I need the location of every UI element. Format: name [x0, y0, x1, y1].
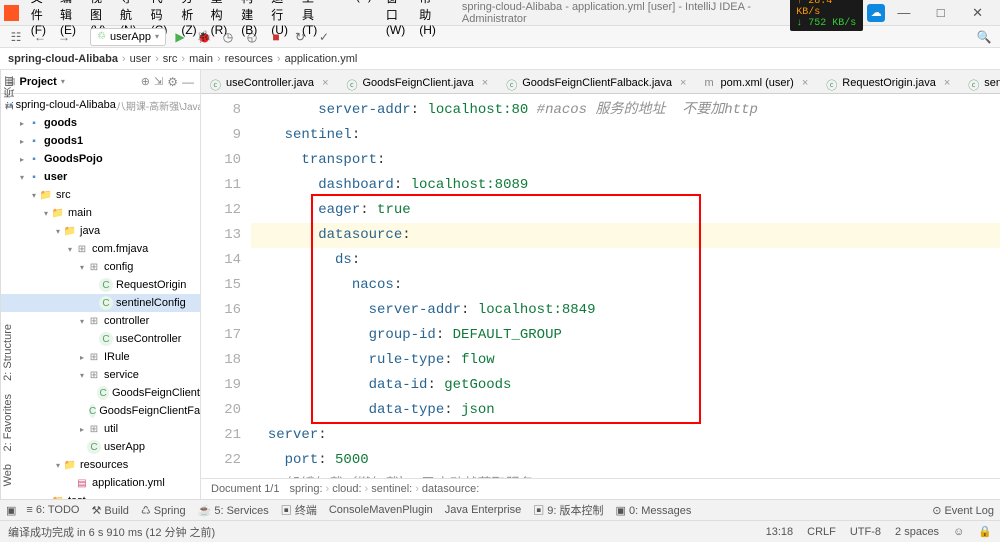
- bottom-tab[interactable]: ♺ Spring: [141, 502, 186, 518]
- tree-node[interactable]: ▸▪goods: [1, 114, 200, 132]
- collapse-all-icon[interactable]: ⇲: [154, 75, 163, 88]
- debug-icon[interactable]: 🐞: [194, 27, 214, 47]
- breadcrumb-segment[interactable]: spring-cloud-Alibaba: [8, 53, 118, 65]
- vcs-commit-icon[interactable]: ✓: [314, 27, 334, 47]
- left-tool-strip: 1: 项目 2: Structure 2: Favorites Web: [0, 70, 1, 499]
- bottom-tab[interactable]: ≡ 6: TODO: [26, 502, 79, 518]
- tree-node[interactable]: ▸⊞IRule: [1, 348, 200, 366]
- profile-icon[interactable]: ◵: [242, 27, 262, 47]
- doc-indicator: Document 1/1: [211, 483, 279, 495]
- caret-position[interactable]: 13:18: [766, 526, 794, 538]
- tree-node[interactable]: CuserApp: [1, 438, 200, 456]
- tree-node[interactable]: ▸▪goods1: [1, 132, 200, 150]
- lock-icon[interactable]: 🔒: [978, 525, 992, 538]
- tree-node[interactable]: ▾⊞service: [1, 366, 200, 384]
- code-editor[interactable]: 89101112131415161718192021222324 server-…: [201, 94, 1000, 478]
- left-tab-structure[interactable]: 2: Structure: [0, 320, 16, 385]
- stop-icon[interactable]: ■: [266, 27, 286, 47]
- event-log-button[interactable]: ⊙ Event Log: [932, 504, 994, 517]
- nav-forward-icon[interactable]: →: [54, 27, 74, 47]
- tree-node[interactable]: CGoodsFeignClient: [1, 384, 200, 402]
- yaml-breadcrumb: spring:›cloud:›sentinel:›datasource:: [289, 483, 479, 495]
- encoding[interactable]: UTF-8: [850, 526, 881, 538]
- tree-node[interactable]: ▤application.yml: [1, 474, 200, 492]
- hide-icon[interactable]: —: [182, 75, 194, 89]
- run-config-selector[interactable]: ♲ userApp ▾: [90, 28, 166, 46]
- menu-item[interactable]: 窗口(W): [380, 0, 411, 39]
- tree-node[interactable]: CRequestOrigin: [1, 276, 200, 294]
- tree-node[interactable]: ▾📁src: [1, 186, 200, 204]
- network-stat: ↑ 28.4 KB/s ↓ 752 KB/s: [790, 0, 863, 31]
- project-pane-title: Project: [20, 76, 57, 88]
- spring-icon: ♲: [97, 31, 106, 42]
- editor-tab[interactable]: ⓒRequestOrigin.java×: [817, 71, 959, 93]
- editor-tab[interactable]: ⓒuseController.java×: [201, 71, 338, 93]
- tree-node[interactable]: ▾📁resources: [1, 456, 200, 474]
- bottom-tab[interactable]: ▣ 终端: [281, 502, 317, 518]
- line-separator[interactable]: CRLF: [807, 526, 836, 538]
- breadcrumb-segment[interactable]: user: [130, 53, 151, 65]
- menu-item[interactable]: 帮助(H): [413, 0, 442, 39]
- tree-node[interactable]: ▸⊞util: [1, 420, 200, 438]
- bottom-tab-tool-indicator[interactable]: ▣: [6, 504, 16, 517]
- tree-node[interactable]: ▾📁java: [1, 222, 200, 240]
- tree-node[interactable]: ▸📁test: [1, 492, 200, 499]
- tree-node[interactable]: ▾▪user: [1, 168, 200, 186]
- tree-node[interactable]: ▾⊞com.fmjava: [1, 240, 200, 258]
- tree-node[interactable]: ▾⊞controller: [1, 312, 200, 330]
- close-button[interactable]: ✕: [959, 3, 996, 23]
- app-logo: [4, 5, 19, 21]
- vcs-update-icon[interactable]: ↻: [290, 27, 310, 47]
- search-icon[interactable]: 🔍: [974, 27, 994, 47]
- breadcrumb-segment[interactable]: resources: [225, 53, 273, 65]
- left-tab-project[interactable]: 1: 项目: [0, 72, 20, 114]
- project-pane-header: ▤ Project ▾ ⊕ ⇲ ⚙ —: [1, 70, 200, 94]
- tree-node[interactable]: CsentinelConfig: [1, 294, 200, 312]
- path-breadcrumb: spring-cloud-Alibaba›user›src›main›resou…: [0, 48, 1000, 70]
- maximize-button[interactable]: □: [922, 3, 959, 23]
- minimize-button[interactable]: —: [885, 3, 922, 23]
- indent[interactable]: 2 spaces: [895, 526, 939, 538]
- tree-node[interactable]: ▾📁main: [1, 204, 200, 222]
- editor-tabs: ⓒuseController.java×ⓒGoodsFeignClient.ja…: [201, 70, 1000, 94]
- code-area[interactable]: server-addr: localhost:80 #nacos 服务的地址 不…: [251, 94, 1000, 478]
- editor-tab[interactable]: ⓒGoodsFeignClient.java×: [338, 71, 498, 93]
- inspection-icon[interactable]: ☺: [953, 526, 964, 538]
- bottom-tool-strip: ▣ ≡ 6: TODO ⚒ Build ♺ Spring ☕ 5: Services ▣…: [0, 499, 1000, 520]
- run-icon[interactable]: ▶: [170, 27, 190, 47]
- breadcrumb-segment[interactable]: application.yml: [285, 53, 358, 65]
- titlebar: 文件(F)编辑(E)视图(V)导航(N)代码(C)分析(Z)重构(R)构建(B)…: [0, 0, 1000, 26]
- bottom-tab[interactable]: ⚒ Build: [92, 502, 129, 518]
- tree-node[interactable]: ▾▪spring-cloud-Alibaba 八期课-高新强\JavaEE就业: [1, 96, 200, 114]
- status-message: 编译成功完成 in 6 s 910 ms (12 分钟 之前): [8, 524, 215, 540]
- run-coverage-icon[interactable]: ◷: [218, 27, 238, 47]
- tree-node[interactable]: ▾⊞config: [1, 258, 200, 276]
- sync-icon[interactable]: ☁: [867, 4, 885, 22]
- project-tree[interactable]: ▾▪spring-cloud-Alibaba 八期课-高新强\JavaEE就业▸…: [1, 94, 200, 499]
- gear-icon[interactable]: ⚙: [167, 75, 178, 89]
- editor-tab[interactable]: ⓒGoodsFeignClientFalback.java×: [497, 71, 695, 93]
- bottom-tab[interactable]: ☕ 5: Services: [198, 502, 269, 518]
- window-title: spring-cloud-Alibaba - application.yml […: [462, 1, 790, 25]
- breadcrumb-segment[interactable]: main: [189, 53, 213, 65]
- bottom-tab[interactable]: Java Enterprise: [445, 502, 521, 518]
- bottom-tab[interactable]: ▣ 9: 版本控制: [533, 502, 603, 518]
- tree-node[interactable]: ▸▪GoodsPojo: [1, 150, 200, 168]
- editor-tab[interactable]: mpom.xml (user)×: [695, 71, 817, 93]
- breadcrumb-segment[interactable]: src: [163, 53, 178, 65]
- status-bar: 编译成功完成 in 6 s 910 ms (12 分钟 之前) 13:18 CR…: [0, 520, 1000, 542]
- tree-node[interactable]: CuseController: [1, 330, 200, 348]
- project-pane: ▤ Project ▾ ⊕ ⇲ ⚙ — ▾▪spring-cloud-Aliba…: [1, 70, 201, 499]
- project-view-icon[interactable]: ☷: [6, 27, 26, 47]
- left-tab-web[interactable]: Web: [0, 460, 16, 490]
- nav-back-icon[interactable]: ←: [30, 27, 50, 47]
- left-tab-favorites[interactable]: 2: Favorites: [0, 390, 16, 455]
- editor-tab[interactable]: ⓒsentinelConfig.java×: [959, 71, 1000, 93]
- editor-status-bar: Document 1/1 spring:›cloud:›sentinel:›da…: [201, 478, 1000, 499]
- bottom-tab[interactable]: ConsoleMavenPlugin: [329, 502, 433, 518]
- tree-node[interactable]: CGoodsFeignClientFalback: [1, 402, 200, 420]
- line-gutter: 89101112131415161718192021222324: [201, 94, 251, 478]
- scroll-from-source-icon[interactable]: ⊕: [141, 75, 150, 88]
- bottom-tab[interactable]: ▣ 0: Messages: [616, 502, 692, 518]
